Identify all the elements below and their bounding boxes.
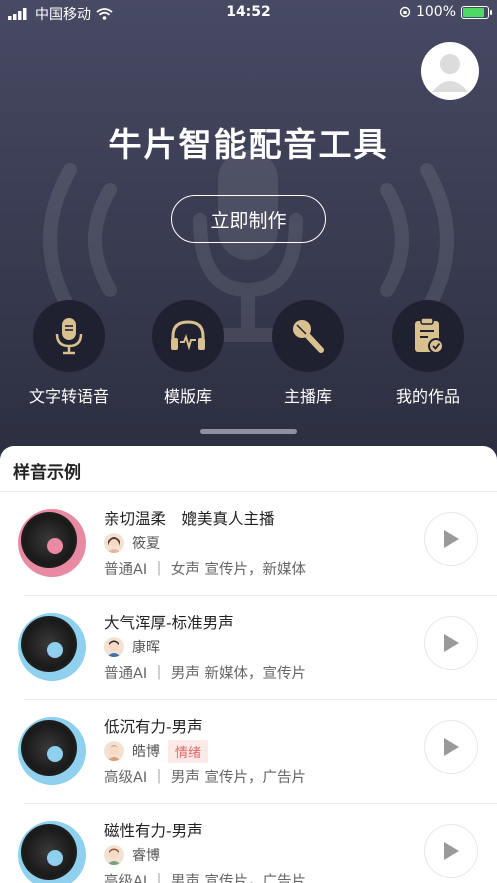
voice-avatar-icon <box>104 637 124 657</box>
play-icon <box>444 530 459 548</box>
feature-label: 模版库 <box>163 387 212 406</box>
feature-template-library[interactable]: 模版库 <box>128 300 248 407</box>
feature-label: 主播库 <box>283 387 332 406</box>
status-bar: 中国移动 14:52 100% <box>0 0 497 26</box>
sample-author: 皓博 情绪 <box>104 739 209 763</box>
sample-title: 磁性有力-男声 <box>104 822 203 840</box>
play-icon <box>444 738 459 756</box>
sample-row[interactable]: 磁性有力-男声 睿博 高级AI ｜ 男声 宣传片，广告片 <box>0 804 497 883</box>
vinyl-disc-icon <box>18 509 86 577</box>
feature-my-works[interactable]: 我的作品 <box>368 300 488 407</box>
sample-meta: 高级AI ｜ 男声 宣传片，广告片 <box>104 874 307 883</box>
sample-title: 大气浑厚-标准男声 <box>104 614 234 632</box>
hero-header: 中国移动 14:52 100% 牛片智能配音工具 立即制作 文字转语音 模版库 … <box>0 0 497 460</box>
play-button[interactable] <box>424 512 478 566</box>
sample-row[interactable]: 亲切温柔 媲美真人主播 筱夏 普通AI ｜ 女声 宣传片，新媒体 <box>0 492 497 596</box>
feature-icon-circle <box>392 300 464 372</box>
voice-avatar-icon <box>104 845 124 865</box>
karaoke-mic-icon <box>293 320 324 353</box>
sample-title: 亲切温柔 媲美真人主播 <box>104 510 275 528</box>
vinyl-disc-icon <box>18 717 86 785</box>
feature-label: 文字转语音 <box>28 387 109 406</box>
feature-icon-circle <box>152 300 224 372</box>
sample-meta: 普通AI ｜ 男声 新媒体，宣传片 <box>104 666 307 682</box>
feature-icon-circle <box>272 300 344 372</box>
sample-row[interactable]: 大气浑厚-标准男声 康晖 普通AI ｜ 男声 新媒体，宣传片 <box>0 596 497 700</box>
play-button[interactable] <box>424 824 478 878</box>
user-avatar[interactable] <box>421 42 479 100</box>
feature-label: 我的作品 <box>395 387 460 406</box>
play-button[interactable] <box>424 720 478 774</box>
sample-row[interactable]: 低沉有力-男声 皓博 情绪 高级AI ｜ 男声 宣传片，广告片 <box>0 700 497 804</box>
user-icon <box>432 54 468 92</box>
author-name: 睿博 <box>132 848 160 864</box>
create-now-button[interactable]: 立即制作 <box>171 195 326 243</box>
voice-avatar-icon <box>104 533 124 553</box>
samples-title: 样音示例 <box>13 463 81 483</box>
sheet-drag-handle[interactable] <box>200 429 297 434</box>
play-icon <box>444 634 459 652</box>
headphones-icon <box>171 320 205 351</box>
battery-icon <box>461 5 492 19</box>
sample-meta: 高级AI ｜ 男声 宣传片，广告片 <box>104 770 307 786</box>
sample-title: 低沉有力-男声 <box>104 718 203 736</box>
feature-anchor-library[interactable]: 主播库 <box>248 300 368 407</box>
author-name: 康晖 <box>132 640 160 656</box>
samples-sheet: 样音示例 亲切温柔 媲美真人主播 筱夏 普通AI ｜ 女声 宣传片，新媒体 大气… <box>0 446 497 883</box>
sample-author: 康晖 <box>104 636 160 658</box>
feature-icon-circle <box>33 300 105 372</box>
status-right: 100% <box>399 4 492 20</box>
microphone-icon <box>55 318 83 355</box>
sample-author: 睿博 <box>104 844 160 866</box>
vinyl-disc-icon <box>18 821 86 883</box>
author-name: 筱夏 <box>132 536 160 552</box>
play-icon <box>444 842 459 860</box>
orientation-lock-icon <box>399 6 411 18</box>
clipboard-icon <box>415 317 444 354</box>
sample-author: 筱夏 <box>104 532 160 554</box>
emotion-tag: 情绪 <box>168 739 209 763</box>
vinyl-disc-icon <box>18 613 86 681</box>
author-name: 皓博 <box>132 744 160 760</box>
sample-meta: 普通AI ｜ 女声 宣传片，新媒体 <box>104 562 307 578</box>
voice-avatar-icon <box>104 741 124 761</box>
app-title: 牛片智能配音工具 <box>108 125 389 164</box>
battery-percent: 100% <box>415 4 456 20</box>
play-button[interactable] <box>424 616 478 670</box>
feature-text-to-speech[interactable]: 文字转语音 <box>9 300 129 407</box>
